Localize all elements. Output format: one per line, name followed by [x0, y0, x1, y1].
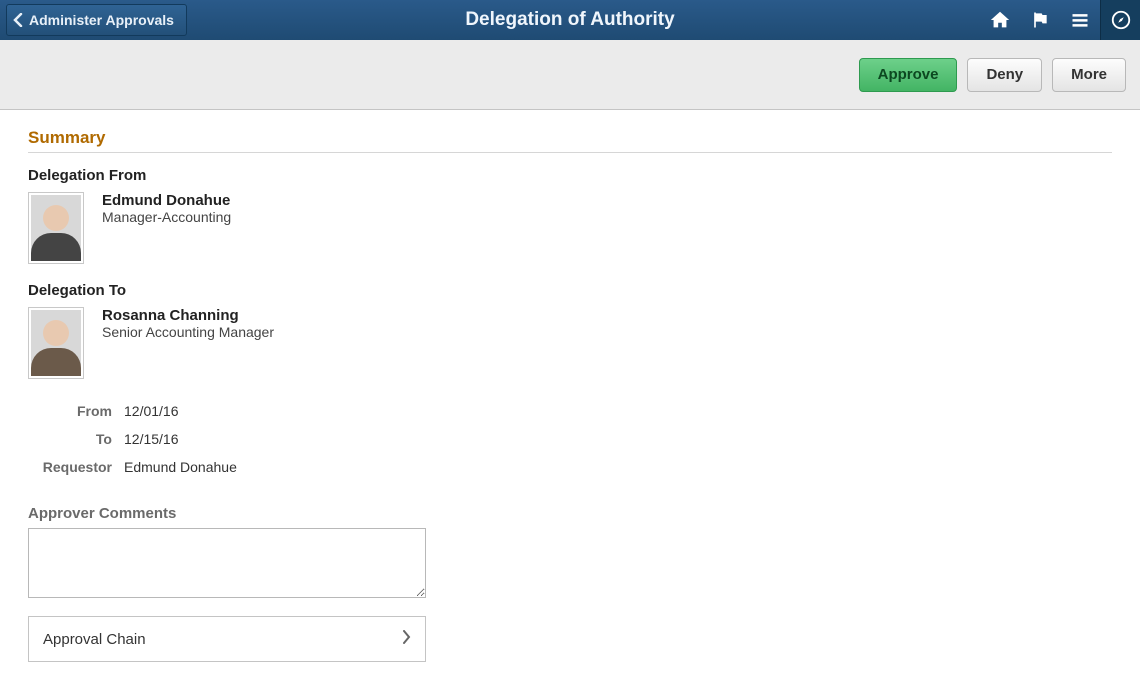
flag-icon[interactable] — [1020, 0, 1060, 40]
person-name: Rosanna Channing — [102, 307, 274, 324]
field-label: Requestor — [28, 459, 112, 475]
approver-comments-input[interactable] — [28, 528, 426, 598]
top-banner: Administer Approvals Delegation of Autho… — [0, 0, 1140, 40]
person-title: Manager-Accounting — [102, 209, 231, 225]
back-button[interactable]: Administer Approvals — [6, 4, 187, 36]
field-row-requestor: Requestor Edmund Donahue — [28, 453, 1112, 481]
content-area: Summary Delegation From Edmund Donahue M… — [0, 110, 1140, 680]
compass-icon[interactable] — [1100, 0, 1140, 40]
person-title: Senior Accounting Manager — [102, 324, 274, 340]
summary-heading: Summary — [28, 128, 1112, 153]
banner-icons — [980, 0, 1140, 40]
field-value: 12/15/16 — [124, 431, 179, 447]
more-button[interactable]: More — [1052, 58, 1126, 92]
avatar — [28, 192, 84, 264]
approval-chain-label: Approval Chain — [43, 631, 146, 648]
back-button-label: Administer Approvals — [29, 12, 174, 28]
chevron-left-icon — [13, 13, 23, 27]
delegation-to-label: Delegation To — [28, 282, 1112, 299]
approval-chain-row[interactable]: Approval Chain — [28, 616, 426, 662]
field-label: To — [28, 431, 112, 447]
deny-button[interactable]: Deny — [967, 58, 1042, 92]
field-value: 12/01/16 — [124, 403, 179, 419]
delegation-from-person: Edmund Donahue Manager-Accounting — [28, 192, 1112, 264]
home-icon[interactable] — [980, 0, 1020, 40]
delegation-from-label: Delegation From — [28, 167, 1112, 184]
page-title: Delegation of Authority — [465, 9, 674, 31]
field-value: Edmund Donahue — [124, 459, 237, 475]
action-bar: Approve Deny More — [0, 40, 1140, 110]
field-row-from: From 12/01/16 — [28, 397, 1112, 425]
field-label: From — [28, 403, 112, 419]
avatar — [28, 307, 84, 379]
delegation-to-person: Rosanna Channing Senior Accounting Manag… — [28, 307, 1112, 379]
menu-icon[interactable] — [1060, 0, 1100, 40]
person-name: Edmund Donahue — [102, 192, 231, 209]
approver-comments-label: Approver Comments — [28, 505, 1112, 522]
delegation-fields: From 12/01/16 To 12/15/16 Requestor Edmu… — [28, 397, 1112, 481]
chevron-right-icon — [402, 630, 411, 648]
approve-button[interactable]: Approve — [859, 58, 958, 92]
field-row-to: To 12/15/16 — [28, 425, 1112, 453]
